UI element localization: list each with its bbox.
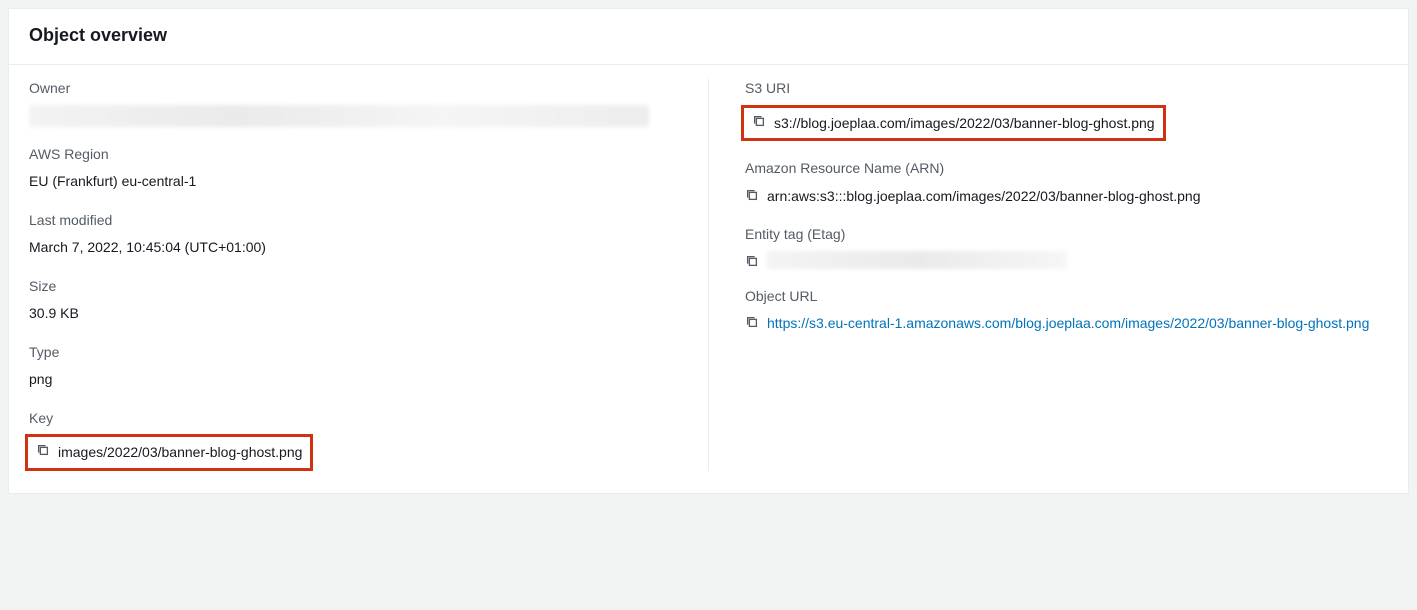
copy-icon[interactable] [745,254,759,268]
object-url-field: Object URL https://s3.eu-central-1.amazo… [745,287,1388,335]
key-label: Key [29,409,672,429]
owner-label: Owner [29,79,672,99]
last-modified-value: March 7, 2022, 10:45:04 (UTC+01:00) [29,236,672,258]
size-value: 30.9 KB [29,302,672,324]
copy-icon[interactable] [36,443,50,457]
s3uri-field: S3 URI s3://blog.joeplaa.com/images/2022… [745,79,1388,141]
s3uri-value: s3://blog.joeplaa.com/images/2022/03/ban… [774,112,1155,134]
size-label: Size [29,277,672,297]
etag-label: Entity tag (Etag) [745,225,1388,245]
type-label: Type [29,343,672,363]
copy-icon[interactable] [752,114,766,128]
key-value: images/2022/03/banner-blog-ghost.png [58,441,302,463]
s3uri-label: S3 URI [745,79,1388,99]
last-modified-field: Last modified March 7, 2022, 10:45:04 (U… [29,211,672,259]
object-url-row: https://s3.eu-central-1.amazonaws.com/bl… [745,312,1388,334]
arn-field: Amazon Resource Name (ARN) arn:aws:s3:::… [745,159,1388,207]
etag-row [745,251,1388,269]
owner-field: Owner [29,79,672,127]
region-label: AWS Region [29,145,672,165]
copy-icon[interactable] [745,315,759,329]
copy-icon[interactable] [745,188,759,202]
object-url-label: Object URL [745,287,1388,307]
etag-field: Entity tag (Etag) [745,225,1388,269]
object-overview-panel: Object overview Owner AWS Region EU (Fra… [8,8,1409,494]
arn-label: Amazon Resource Name (ARN) [745,159,1388,179]
owner-value [29,105,672,127]
panel-body: Owner AWS Region EU (Frankfurt) eu-centr… [9,65,1408,493]
arn-value: arn:aws:s3:::blog.joeplaa.com/images/202… [767,185,1201,207]
type-value: png [29,368,672,390]
key-field: Key images/2022/03/banner-blog-ghost.png [29,409,672,471]
object-url-link[interactable]: https://s3.eu-central-1.amazonaws.com/bl… [767,312,1369,334]
panel-header: Object overview [9,9,1408,65]
left-column: Owner AWS Region EU (Frankfurt) eu-centr… [29,79,709,471]
region-field: AWS Region EU (Frankfurt) eu-central-1 [29,145,672,193]
key-highlight: images/2022/03/banner-blog-ghost.png [25,434,313,470]
etag-redacted [767,251,1067,269]
s3uri-highlight: s3://blog.joeplaa.com/images/2022/03/ban… [741,105,1166,141]
region-value: EU (Frankfurt) eu-central-1 [29,170,672,192]
panel-title: Object overview [29,25,1388,46]
size-field: Size 30.9 KB [29,277,672,325]
owner-redacted [29,105,649,127]
right-column: S3 URI s3://blog.joeplaa.com/images/2022… [709,79,1388,471]
arn-row: arn:aws:s3:::blog.joeplaa.com/images/202… [745,185,1388,207]
last-modified-label: Last modified [29,211,672,231]
type-field: Type png [29,343,672,391]
